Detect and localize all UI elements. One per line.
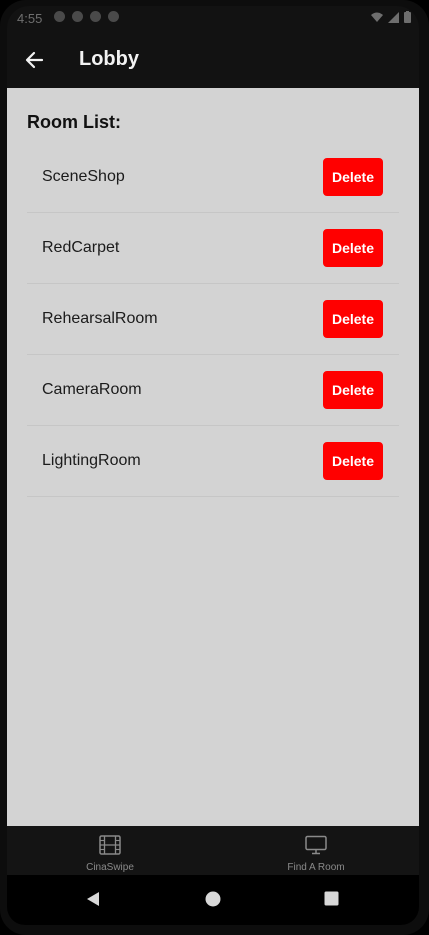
room-name: RedCarpet xyxy=(42,239,120,256)
room-list: SceneShop Delete RedCarpet Delete Rehear… xyxy=(27,142,399,497)
delete-room-button[interactable]: Delete xyxy=(323,371,383,409)
delete-room-button[interactable]: Delete xyxy=(323,300,383,338)
room-name: CameraRoom xyxy=(42,381,142,398)
room-name: SceneShop xyxy=(42,168,125,185)
nav-item-cinaswipe[interactable]: CinaSwipe xyxy=(7,826,213,875)
main-content: Room List: SceneShop Delete RedCarpet De… xyxy=(7,88,419,826)
room-list-item: SceneShop Delete xyxy=(27,142,399,213)
screen: 4:55 Lobby Room List: SceneShop Delete R… xyxy=(7,6,419,925)
film-icon xyxy=(99,835,121,855)
notification-icons xyxy=(54,11,119,22)
device-frame: 4:55 Lobby Room List: SceneShop Delete R… xyxy=(0,0,429,935)
arrow-left-icon xyxy=(25,51,44,69)
app-bar: Lobby xyxy=(7,32,419,88)
app-notification-icon xyxy=(72,11,83,22)
battery-icon xyxy=(404,11,411,23)
signal-icon xyxy=(388,11,399,23)
back-button[interactable] xyxy=(21,46,49,74)
system-recents-icon[interactable] xyxy=(324,891,339,906)
status-time: 4:55 xyxy=(17,11,43,26)
room-list-item: RehearsalRoom Delete xyxy=(27,284,399,355)
bottom-navigation: CinaSwipe Find A Room xyxy=(7,826,419,875)
system-status-icons xyxy=(371,11,411,23)
page-title: Lobby xyxy=(79,48,139,70)
wifi-icon xyxy=(371,12,383,22)
room-name: RehearsalRoom xyxy=(42,310,158,327)
shield-notification-icon xyxy=(108,11,119,22)
room-list-item: LightingRoom Delete xyxy=(27,426,399,497)
system-home-icon[interactable] xyxy=(205,891,221,907)
room-list-heading: Room List: xyxy=(27,112,121,132)
delete-room-button[interactable]: Delete xyxy=(323,442,383,480)
system-back-icon[interactable] xyxy=(86,891,100,907)
nav-label-find-a-room: Find A Room xyxy=(287,862,345,873)
nav-label-cinaswipe: CinaSwipe xyxy=(86,862,134,873)
monitor-icon xyxy=(305,835,327,855)
room-list-item: CameraRoom Delete xyxy=(27,355,399,426)
delete-room-button[interactable]: Delete xyxy=(323,158,383,196)
delete-room-button[interactable]: Delete xyxy=(323,229,383,267)
settings-notification-icon xyxy=(54,11,65,22)
nav-item-find-a-room[interactable]: Find A Room xyxy=(213,826,419,875)
clipboard-notification-icon xyxy=(90,11,101,22)
status-bar: 4:55 xyxy=(7,6,419,32)
room-list-item: RedCarpet Delete xyxy=(27,213,399,284)
room-name: LightingRoom xyxy=(42,452,141,469)
system-navigation-bar xyxy=(7,875,419,925)
